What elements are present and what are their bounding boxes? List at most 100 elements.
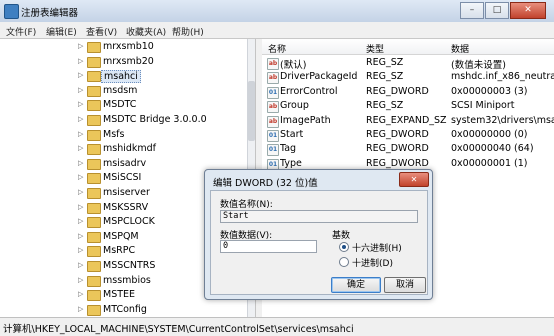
ok-button[interactable]: 确定 (331, 277, 381, 293)
window-title: 注册表编辑器 (21, 8, 79, 19)
value-name: Start (280, 129, 304, 140)
tree-item-label: Msfs (103, 128, 125, 140)
value-row[interactable]: 01 Tag REG_DWORD 0x00000040 (64) (262, 142, 554, 157)
value-name: Group (280, 100, 309, 112)
tree-item[interactable]: ▷ msdsm (0, 84, 255, 99)
value-type: REG_SZ (366, 57, 404, 68)
expand-arrow-icon[interactable]: ▷ (78, 100, 83, 108)
menu-favorites[interactable]: 收藏夹(A) (126, 25, 166, 38)
expand-arrow-icon[interactable]: ▷ (78, 217, 83, 225)
binary-value-icon: 01 (267, 130, 279, 142)
tree-item[interactable]: ▷ msahci (0, 69, 255, 84)
status-path: 计算机\HKEY_LOCAL_MACHINE\SYSTEM\CurrentCon… (3, 324, 354, 335)
value-data: 0x00000040 (64) (451, 143, 534, 155)
value-name-field[interactable]: Start (220, 210, 418, 223)
status-bar: 计算机\HKEY_LOCAL_MACHINE\SYSTEM\CurrentCon… (0, 317, 554, 336)
menu-edit[interactable]: 编辑(E) (46, 25, 77, 38)
value-row[interactable]: ab (默认) REG_SZ (数值未设置) (262, 56, 554, 71)
menu-view[interactable]: 查看(V) (86, 25, 117, 38)
tree-item-label: msiserver (103, 187, 150, 198)
close-button[interactable]: ✕ (510, 2, 546, 19)
value-name: ErrorControl (280, 85, 338, 97)
tree-item-label: mrxsmb10 (103, 41, 154, 52)
maximize-button[interactable]: □ (485, 2, 509, 19)
value-data: 0x00000000 (0) (451, 129, 528, 140)
expand-arrow-icon[interactable]: ▷ (78, 144, 83, 152)
expand-arrow-icon[interactable]: ▷ (78, 276, 83, 284)
tree-item-label: MSPCLOCK (103, 216, 155, 228)
folder-icon (87, 231, 101, 243)
edit-dword-dialog: 编辑 DWORD (32 位)值 ✕ 数值名称(N): Start 数值数据(V… (204, 169, 433, 300)
value-data-input[interactable]: 0 (220, 240, 317, 253)
tree-item[interactable]: ▷ mshidkmdf (0, 142, 255, 157)
folder-icon (87, 246, 101, 258)
column-type-header[interactable]: 类型 (366, 42, 384, 55)
folder-icon (87, 304, 101, 316)
tree-item-label: msdsm (103, 84, 138, 96)
folder-icon (87, 144, 101, 156)
expand-arrow-icon[interactable]: ▷ (78, 86, 83, 94)
hex-radio[interactable] (339, 242, 349, 252)
tree-item-label: mssmbios (103, 274, 151, 286)
value-row[interactable]: ab ImagePath REG_EXPAND_SZ system32\drivers… (262, 114, 554, 128)
expand-arrow-icon[interactable]: ▷ (78, 246, 83, 254)
column-data-header[interactable]: 数据 (451, 42, 469, 55)
expand-arrow-icon[interactable]: ▷ (78, 57, 83, 65)
binary-value-icon: 01 (267, 86, 279, 99)
tree-item[interactable]: ▷ mrxsmb20 (0, 55, 255, 70)
value-row[interactable]: ab DriverPackageId REG_SZ mshdc.inf_x86_neu… (262, 70, 554, 85)
value-name: ImagePath (280, 114, 331, 126)
value-row[interactable]: 01 ErrorControl REG_DWORD 0x00000003 (3) (262, 85, 554, 99)
value-type: REG_SZ (366, 71, 404, 83)
value-data: 0x00000001 (1) (451, 157, 528, 169)
expand-arrow-icon[interactable]: ▷ (78, 232, 83, 240)
expand-arrow-icon[interactable]: ▷ (78, 115, 83, 123)
expand-arrow-icon[interactable]: ▷ (78, 203, 83, 211)
value-row[interactable]: 01 Start REG_DWORD 0x00000000 (0) (262, 128, 554, 142)
tree-item-label: MSDTC (103, 99, 137, 111)
folder-icon (87, 202, 101, 214)
menu-file[interactable]: 文件(F) (6, 25, 36, 38)
expand-arrow-icon[interactable]: ▷ (78, 130, 83, 138)
expand-arrow-icon[interactable]: ▷ (78, 188, 83, 196)
decimal-radio[interactable] (339, 257, 349, 267)
folder-icon (87, 158, 101, 170)
tree-item-label: msahci (101, 70, 141, 84)
column-name-header[interactable]: 名称 (268, 42, 286, 55)
decimal-radio-label[interactable]: 十进制(D) (352, 256, 393, 269)
cancel-button[interactable]: 取消 (384, 277, 426, 293)
expand-arrow-icon[interactable]: ▷ (78, 159, 83, 167)
tree-item[interactable]: ▷ MSDTC Bridge 3.0.0.0 (0, 113, 255, 128)
folder-icon (87, 42, 101, 53)
value-row[interactable]: ab Group REG_SZ SCSI Miniport (262, 99, 554, 114)
tree-item[interactable]: ▷ Msfs (0, 128, 255, 143)
expand-arrow-icon[interactable]: ▷ (78, 173, 83, 181)
value-data: system32\drivers\msahc (451, 114, 554, 126)
value-type: REG_DWORD (366, 157, 429, 169)
value-type: REG_EXPAND_SZ (366, 114, 447, 126)
folder-icon (87, 217, 101, 229)
folder-icon (87, 261, 101, 272)
value-name: Tag (280, 143, 297, 155)
expand-arrow-icon[interactable]: ▷ (78, 42, 83, 50)
string-value-icon: ab (267, 115, 279, 128)
tree-item-label: MSKSSRV (103, 201, 149, 213)
expand-arrow-icon[interactable]: ▷ (78, 71, 83, 79)
expand-arrow-icon[interactable]: ▷ (78, 305, 83, 313)
tree-item[interactable]: ▷ MTConfig (0, 303, 255, 317)
tree-item[interactable]: ▷ mrxsmb10 (0, 40, 255, 55)
expand-arrow-icon[interactable]: ▷ (78, 290, 83, 298)
expand-arrow-icon[interactable]: ▷ (78, 261, 83, 269)
hex-radio-label[interactable]: 十六进制(H) (352, 241, 402, 254)
folder-icon (87, 173, 101, 185)
tree-item-label: mrxsmb20 (103, 55, 154, 67)
folder-icon (87, 85, 101, 97)
dialog-close-button[interactable]: ✕ (399, 172, 429, 187)
tree-scrollbar-thumb[interactable] (248, 81, 255, 141)
tree-item[interactable]: ▷ MSDTC (0, 98, 255, 113)
string-value-icon: ab (267, 101, 279, 114)
menu-help[interactable]: 帮助(H) (172, 25, 204, 38)
minimize-button[interactable]: – (460, 2, 484, 19)
value-data: SCSI Miniport (451, 100, 515, 112)
regedit-icon (4, 4, 19, 19)
